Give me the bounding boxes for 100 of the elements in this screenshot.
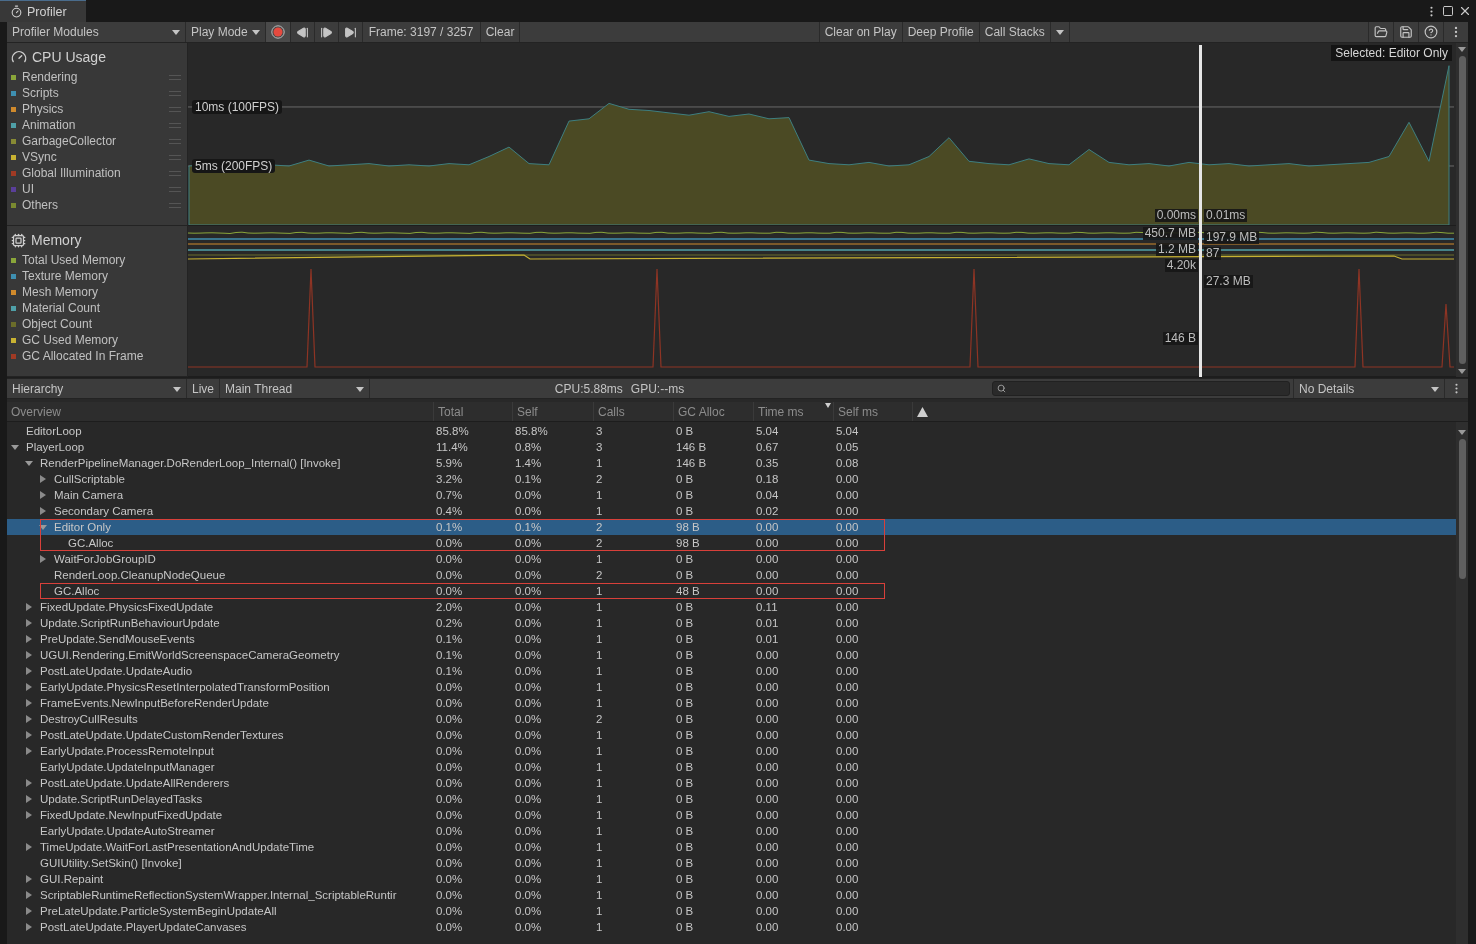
thread-dropdown[interactable]: Main Thread xyxy=(220,379,370,398)
table-row[interactable]: PostLateUpdate.PlayerUpdateCanvases 0.0% 0.0% 1 0 B 0.00 0.00 xyxy=(7,919,1456,935)
legend-label[interactable]: UI xyxy=(22,182,163,196)
table-row[interactable]: Main Camera 0.7% 0.0% 1 0 B 0.04 0.00 xyxy=(7,487,1456,503)
clear-button[interactable]: Clear xyxy=(480,22,521,42)
caret-right-icon[interactable] xyxy=(25,843,33,851)
table-row[interactable]: FixedUpdate.PhysicsFixedUpdate 2.0% 0.0% 1 0 B 0.11 0.00 xyxy=(7,599,1456,615)
caret-down-icon[interactable] xyxy=(25,459,33,467)
window-tab[interactable]: Profiler xyxy=(0,0,86,22)
scrollbar-thumb[interactable] xyxy=(1458,56,1466,364)
legend-label[interactable]: Total Used Memory xyxy=(22,253,181,267)
live-toggle[interactable]: Live xyxy=(187,379,220,398)
table-row[interactable]: Update.ScriptRunBehaviourUpdate 0.2% 0.0% 1 0 B 0.01 0.00 xyxy=(7,615,1456,631)
column-header[interactable]: Calls xyxy=(594,402,674,421)
drag-handle-icon[interactable] xyxy=(169,202,181,208)
search-field[interactable] xyxy=(992,381,1290,396)
table-row[interactable]: ScriptableRuntimeReflectionSystemWrapper.Internal_ScriptableRuntir 0.0% 0.0% 1 0 B 0.00 0.00 xyxy=(7,887,1456,903)
table-row[interactable]: CullScriptable 3.2% 0.1% 2 0 B 0.18 0.00 xyxy=(7,471,1456,487)
module-title[interactable]: Memory xyxy=(31,232,82,248)
caret-down-icon[interactable] xyxy=(1431,384,1439,393)
drag-handle-icon[interactable] xyxy=(169,74,181,80)
caret-right-icon[interactable] xyxy=(25,635,33,643)
drag-handle-icon[interactable] xyxy=(169,122,181,128)
legend-label[interactable]: GC Allocated In Frame xyxy=(22,349,181,363)
table-row[interactable]: EditorLoop 85.8% 85.8% 3 0 B 5.04 5.04 xyxy=(7,423,1456,439)
table-row[interactable]: RenderLoop.CleanupNodeQueue 0.0% 0.0% 2 0 B 0.00 0.00 xyxy=(7,567,1456,583)
drag-handle-icon[interactable] xyxy=(169,90,181,96)
caret-right-icon[interactable] xyxy=(25,811,33,819)
table-row[interactable]: UGUI.Rendering.EmitWorldScreenspaceCameraGeometry 0.1% 0.0% 1 0 B 0.00 0.00 xyxy=(7,647,1456,663)
close-icon[interactable] xyxy=(1458,4,1472,18)
caret-right-icon[interactable] xyxy=(25,683,33,691)
deep-profile-toggle[interactable]: Deep Profile xyxy=(902,22,980,42)
caret-right-icon[interactable] xyxy=(25,923,33,931)
caret-right-icon[interactable] xyxy=(25,667,33,675)
table-row[interactable]: FixedUpdate.NewInputFixedUpdate 0.0% 0.0% 1 0 B 0.00 0.00 xyxy=(7,807,1456,823)
drag-handle-icon[interactable] xyxy=(169,186,181,192)
caret-down-icon[interactable] xyxy=(1458,367,1466,375)
caret-right-icon[interactable] xyxy=(25,603,33,611)
legend-label[interactable]: Animation xyxy=(22,118,163,132)
drag-handle-icon[interactable] xyxy=(169,170,181,176)
column-header[interactable]: Total xyxy=(434,402,513,421)
caret-right-icon[interactable] xyxy=(25,891,33,899)
module-title[interactable]: CPU Usage xyxy=(32,49,106,65)
table-row[interactable]: TimeUpdate.WaitForLastPresentationAndUpdateTime 0.0% 0.0% 1 0 B 0.00 0.00 xyxy=(7,839,1456,855)
legend-label[interactable]: Texture Memory xyxy=(22,269,181,283)
legend-label[interactable]: Mesh Memory xyxy=(22,285,181,299)
drag-handle-icon[interactable] xyxy=(169,106,181,112)
caret-down-icon[interactable] xyxy=(173,384,181,393)
caret-right-icon[interactable] xyxy=(39,491,47,499)
details-dropdown[interactable]: No Details xyxy=(1293,379,1445,398)
load-button[interactable] xyxy=(1368,22,1394,42)
caret-right-icon[interactable] xyxy=(25,619,33,627)
modules-dropdown[interactable]: Profiler Modules xyxy=(7,22,186,42)
legend-label[interactable]: VSync xyxy=(22,150,163,164)
column-header[interactable]: Self ms xyxy=(834,402,913,421)
caret-right-icon[interactable] xyxy=(25,747,33,755)
call-stacks-toggle[interactable]: Call Stacks xyxy=(979,22,1051,42)
legend-label[interactable]: GC Used Memory xyxy=(22,333,181,347)
caret-right-icon[interactable] xyxy=(25,907,33,915)
caret-down-icon[interactable] xyxy=(172,28,180,36)
column-header[interactable]: Self xyxy=(513,402,594,421)
table-row[interactable]: DestroyCullResults 0.0% 0.0% 2 0 B 0.00 0.00 xyxy=(7,711,1456,727)
table-row[interactable]: PostLateUpdate.UpdateAllRenderers 0.0% 0.0% 1 0 B 0.00 0.00 xyxy=(7,775,1456,791)
legend-label[interactable]: GarbageCollector xyxy=(22,134,163,148)
table-row[interactable]: EarlyUpdate.UpdateAutoStreamer 0.0% 0.0% 1 0 B 0.00 0.00 xyxy=(7,823,1456,839)
legend-label[interactable]: Scripts xyxy=(22,86,163,100)
table-row[interactable]: PostLateUpdate.UpdateAudio 0.1% 0.0% 1 0 B 0.00 0.00 xyxy=(7,663,1456,679)
table-row[interactable]: PlayerLoop 11.4% 0.8% 3 146 B 0.67 0.05 xyxy=(7,439,1456,455)
caret-down-icon[interactable] xyxy=(356,384,364,393)
scrollbar[interactable] xyxy=(1456,422,1468,944)
table-row[interactable]: GC.Alloc 0.0% 0.0% 1 48 B 0.00 0.00 xyxy=(7,583,1456,599)
caret-right-icon[interactable] xyxy=(25,715,33,723)
table-row[interactable]: Update.ScriptRunDelayedTasks 0.0% 0.0% 1 0 B 0.00 0.00 xyxy=(7,791,1456,807)
caret-right-icon[interactable] xyxy=(25,731,33,739)
table-row[interactable]: EarlyUpdate.PhysicsResetInterpolatedTransformPosition 0.0% 0.0% 1 0 B 0.00 0.00 xyxy=(7,679,1456,695)
table-row[interactable]: Editor Only 0.1% 0.1% 2 98 B 0.00 0.00 xyxy=(7,519,1456,535)
record-button[interactable] xyxy=(265,22,291,42)
table-row[interactable]: GUIUtility.SetSkin() [Invoke] 0.0% 0.0% 1 0 B 0.00 0.00 xyxy=(7,855,1456,871)
legend-label[interactable]: Global Illumination xyxy=(22,166,163,180)
caret-down-icon[interactable] xyxy=(11,443,19,451)
table-row[interactable]: FrameEvents.NewInputBeforeRenderUpdate 0.0% 0.0% 1 0 B 0.00 0.00 xyxy=(7,695,1456,711)
legend-label[interactable]: Others xyxy=(22,198,163,212)
caret-right-icon[interactable] xyxy=(25,651,33,659)
table-row[interactable]: PreLateUpdate.ParticleSystemBeginUpdateAll 0.0% 0.0% 1 0 B 0.00 0.00 xyxy=(7,903,1456,919)
maximize-icon[interactable] xyxy=(1442,5,1454,17)
caret-right-icon[interactable] xyxy=(25,699,33,707)
caret-right-icon[interactable] xyxy=(39,475,47,483)
table-row[interactable]: GC.Alloc 0.0% 0.0% 2 98 B 0.00 0.00 xyxy=(7,535,1456,551)
caret-right-icon[interactable] xyxy=(25,795,33,803)
legend-label[interactable]: Material Count xyxy=(22,301,181,315)
caret-right-icon[interactable] xyxy=(39,507,47,515)
clear-on-play-toggle[interactable]: Clear on Play xyxy=(819,22,903,42)
table-row[interactable]: PreUpdate.SendMouseEvents 0.1% 0.0% 1 0 B 0.01 0.00 xyxy=(7,631,1456,647)
drag-handle-icon[interactable] xyxy=(169,154,181,160)
table-row[interactable]: GUI.Repaint 0.0% 0.0% 1 0 B 0.00 0.00 xyxy=(7,871,1456,887)
legend-label[interactable]: Rendering xyxy=(22,70,163,84)
column-header[interactable]: Time ms xyxy=(754,402,834,421)
caret-right-icon[interactable] xyxy=(25,779,33,787)
scrollbar-thumb[interactable] xyxy=(1458,439,1466,579)
caret-down-icon[interactable] xyxy=(1458,428,1466,436)
